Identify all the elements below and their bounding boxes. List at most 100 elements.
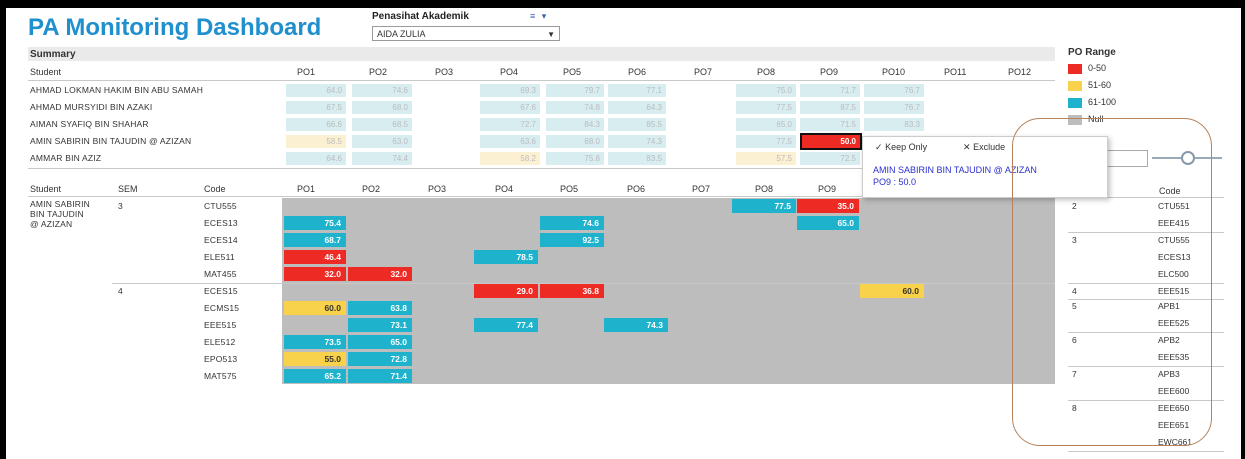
summary-row-name[interactable]: AHMAD MURSYIDI BIN AZAKI	[30, 102, 152, 112]
summary-cell[interactable]: 68.0	[352, 101, 412, 114]
filter-options-icon[interactable]: ≡ ▾	[530, 11, 548, 22]
detail-cell[interactable]: 71.4	[348, 369, 412, 383]
summary-cell[interactable]: 74.6	[352, 84, 412, 97]
detail-student-name-line: AMIN SABIRIN	[30, 199, 91, 209]
summary-cell[interactable]: 84.3	[546, 118, 604, 131]
legend-label: 61-100	[1088, 97, 1117, 107]
detail-cell[interactable]: 32.0	[284, 267, 346, 281]
summary-cell[interactable]: 57.5	[736, 152, 796, 165]
detail-cell[interactable]: 72.8	[348, 352, 412, 366]
summary-cell[interactable]: 67.5	[286, 101, 346, 114]
detail-cell[interactable]: 75.4	[284, 216, 346, 230]
tooltip-value: PO9 : 50.0	[873, 177, 917, 187]
summary-cell[interactable]: 72.5	[800, 152, 860, 165]
detail-cell[interactable]: 63.8	[348, 301, 412, 315]
summary-cell[interactable]: 76.7	[864, 101, 924, 114]
summary-cell[interactable]: 71.5	[800, 118, 860, 131]
summary-row-name[interactable]: AMIN SABIRIN BIN TAJUDIN @ AZIZAN	[30, 136, 191, 146]
summary-cell[interactable]: 83.3	[864, 118, 924, 131]
advisor-filter[interactable]: Penasihat Akademik ≡ ▾ AIDA ZULIA ▼	[372, 11, 562, 41]
detail-cell[interactable]: 65.0	[348, 335, 412, 349]
summary-cell[interactable]: 63.0	[352, 135, 412, 148]
summary-cell[interactable]: 58.5	[286, 135, 346, 148]
detail-col-po8: PO8	[755, 184, 774, 194]
detail-cell[interactable]: 74.6	[540, 216, 604, 230]
keep-only-button[interactable]: ✓ Keep Only	[875, 142, 927, 153]
detail-cell[interactable]: 55.0	[284, 352, 346, 366]
summary-row-name[interactable]: AHMAD LOKMAN HAKIM BIN ABU SAMAH	[30, 85, 203, 95]
summary-cell[interactable]: 64.3	[608, 101, 666, 114]
summary-cell[interactable]: 65.0	[736, 118, 796, 131]
detail-code: EEE515	[204, 320, 237, 330]
legend-item[interactable]: 51-60	[1068, 80, 1111, 91]
summary-cell[interactable]: 79.7	[546, 84, 604, 97]
window-top-border	[0, 0, 1245, 8]
summary-cell[interactable]: 68.5	[352, 118, 412, 131]
summary-header-bar	[28, 47, 1055, 61]
divider	[1068, 451, 1224, 452]
detail-cell[interactable]: 78.5	[474, 250, 538, 264]
detail-col-po7: PO7	[692, 184, 711, 194]
summary-cell[interactable]: 77.5	[736, 101, 796, 114]
detail-cell[interactable]: 92.5	[540, 233, 604, 247]
summary-row-name[interactable]: AIMAN SYAFIQ BIN SHAHAR	[30, 119, 149, 129]
summary-cell[interactable]: 87.5	[800, 101, 860, 114]
detail-col-code: Code	[204, 184, 226, 194]
summary-cell[interactable]: 76.7	[864, 84, 924, 97]
summary-cell[interactable]: 74.4	[352, 152, 412, 165]
summary-col-po6: PO6	[628, 67, 647, 77]
detail-cell[interactable]: 77.4	[474, 318, 538, 332]
summary-cell[interactable]: 72.7	[480, 118, 540, 131]
exclude-button[interactable]: ✕ Exclude	[963, 142, 1005, 153]
summary-col-po8: PO8	[757, 67, 776, 77]
detail-cell[interactable]: 35.0	[797, 199, 859, 213]
detail-cell[interactable]: 60.0	[860, 284, 924, 298]
summary-cell[interactable]: 77.1	[608, 84, 666, 97]
detail-cell[interactable]: 65.0	[797, 216, 859, 230]
detail-col-po5: PO5	[560, 184, 579, 194]
summary-cell[interactable]: 85.5	[608, 118, 666, 131]
summary-cell[interactable]: 68.0	[546, 135, 604, 148]
summary-cell-selected[interactable]: 50.0	[800, 133, 862, 150]
summary-cell[interactable]: 66.6	[286, 118, 346, 131]
chevron-down-icon[interactable]: ▼	[547, 27, 555, 42]
summary-cell[interactable]: 67.6	[480, 101, 540, 114]
detail-cell[interactable]: 46.4	[284, 250, 346, 264]
detail-cell[interactable]: 29.0	[474, 284, 538, 298]
summary-cell[interactable]: 71.7	[800, 84, 860, 97]
detail-cell[interactable]: 65.2	[284, 369, 346, 383]
exclude-label: Exclude	[973, 142, 1006, 152]
detail-code: ELE511	[204, 252, 235, 262]
summary-cell[interactable]: 63.6	[480, 135, 540, 148]
detail-cell[interactable]: 32.0	[348, 267, 412, 281]
advisor-select-value: AIDA ZULIA	[377, 29, 426, 39]
detail-code: ECMS15	[204, 303, 240, 313]
summary-row-name[interactable]: AMMAR BIN AZIZ	[30, 153, 101, 163]
window-right-border	[1241, 0, 1245, 459]
detail-cell[interactable]: 74.3	[604, 318, 668, 332]
detail-col-po9: PO9	[818, 184, 837, 194]
summary-cell[interactable]: 77.5	[736, 135, 796, 148]
summary-cell[interactable]: 74.3	[608, 135, 666, 148]
detail-cell[interactable]: 36.8	[540, 284, 604, 298]
summary-cell[interactable]: 75.0	[736, 84, 796, 97]
summary-col-po12: PO12	[1008, 67, 1032, 77]
summary-cell[interactable]: 64.0	[286, 84, 346, 97]
detail-code: MAT575	[204, 371, 237, 381]
dashboard-title: PA Monitoring Dashboard	[28, 14, 322, 41]
summary-col-po5: PO5	[563, 67, 582, 77]
legend-item[interactable]: 0-50	[1068, 63, 1106, 74]
detail-cell[interactable]: 73.1	[348, 318, 412, 332]
summary-cell[interactable]: 58.2	[480, 152, 540, 165]
summary-cell[interactable]: 74.8	[546, 101, 604, 114]
summary-cell[interactable]: 83.5	[608, 152, 666, 165]
detail-cell[interactable]: 73.5	[284, 335, 346, 349]
detail-cell[interactable]: 68.7	[284, 233, 346, 247]
detail-cell[interactable]: 60.0	[284, 301, 346, 315]
legend-item[interactable]: 61-100	[1068, 97, 1116, 108]
detail-cell[interactable]: 77.5	[732, 199, 796, 213]
summary-cell[interactable]: 64.6	[286, 152, 346, 165]
summary-cell[interactable]: 69.3	[480, 84, 540, 97]
advisor-select[interactable]: AIDA ZULIA ▼	[372, 26, 560, 41]
summary-cell[interactable]: 75.8	[546, 152, 604, 165]
